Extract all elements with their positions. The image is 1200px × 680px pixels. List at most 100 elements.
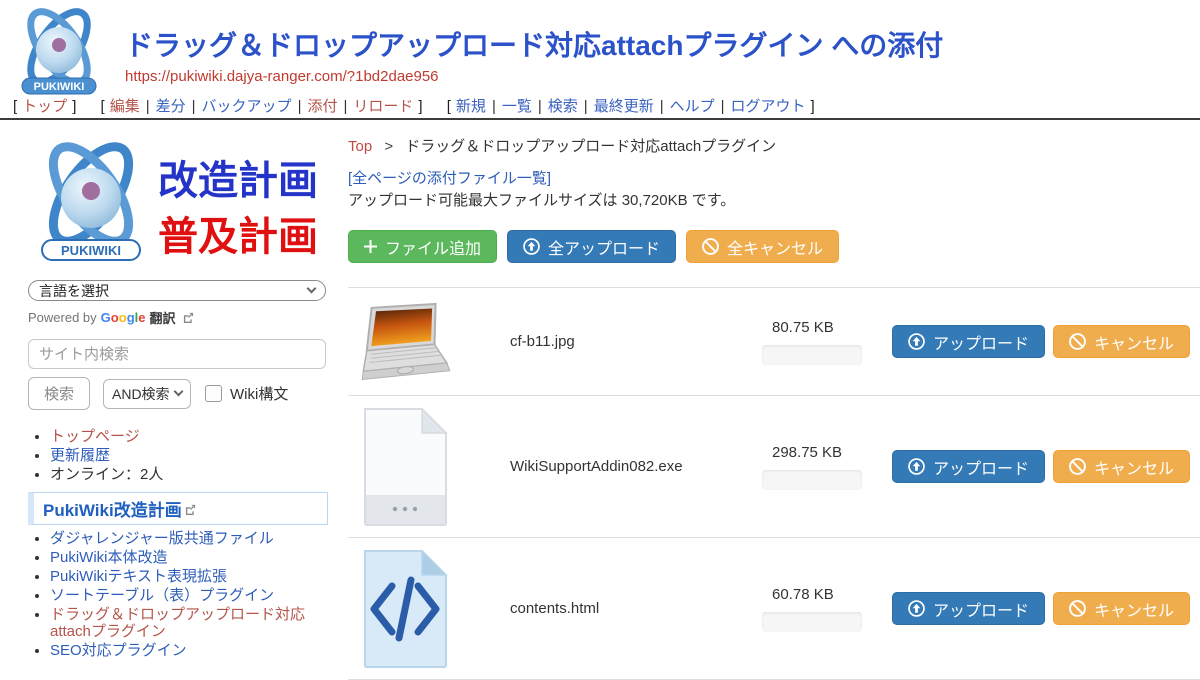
list-item: 更新履歴 (50, 447, 163, 464)
list-item: PukiWikiテキスト表現拡張 (50, 568, 328, 585)
sidebar-item-seo-plugin[interactable]: SEO対応プラグイン (50, 642, 187, 659)
cancel-button[interactable]: キャンセル (1053, 592, 1190, 625)
nav-item-logout[interactable]: ログアウト (731, 98, 806, 115)
breadcrumb-separator: > (384, 138, 393, 155)
search-controls: 検索 AND検索 Wiki構文 (28, 377, 288, 410)
file-size: 60.78 KB (772, 586, 874, 603)
cancel-all-label: 全キャンセル (727, 235, 823, 259)
upload-label: アップロード (933, 455, 1029, 479)
upload-all-button[interactable]: 全アップロード (507, 230, 676, 263)
file-progress-cell: 80.75 KB (762, 319, 874, 365)
language-select-value: 言語を選択 (39, 281, 109, 301)
page-title: ドラッグ＆ドロップアップロード対応attachプラグイン への添付 (125, 24, 943, 64)
add-file-button[interactable]: ファイル追加 (348, 230, 497, 263)
nav-item-top[interactable]: トップ (22, 98, 67, 115)
nav-separator: | (298, 98, 302, 115)
ban-circle-icon (1069, 600, 1086, 617)
file-name: WikiSupportAddin082.exe (510, 458, 762, 475)
powered-by-google-translate: Powered by Google 翻訳 (28, 308, 194, 327)
top-navbar: [トップ] [編集|差分|バックアップ|添付|リロード] [新規|一覧|検索|最… (8, 95, 830, 116)
sidebar-plugin-links: ダジャレンジャー版共通ファイル PukiWiki本体改造 PukiWikiテキス… (28, 530, 328, 661)
sidebar-section-link[interactable]: PukiWiki改造計画 (43, 496, 196, 521)
wiki-syntax-checkbox[interactable] (205, 385, 222, 402)
file-thumbnail-cell (356, 548, 456, 670)
upload-toolbar: ファイル追加 全アップロード 全キャンセル (348, 230, 839, 263)
nav-item-reload[interactable]: リロード (353, 98, 413, 115)
max-upload-size-text: アップロード可能最大ファイルサイズは 30,720KB です。 (348, 189, 735, 210)
nav-item-help[interactable]: ヘルプ (670, 98, 715, 115)
list-item: PukiWiki本体改造 (50, 549, 328, 566)
nav-item-search[interactable]: 検索 (548, 98, 578, 115)
upload-label: アップロード (933, 597, 1029, 621)
page-header: PUKIWIKI ドラッグ＆ドロップアップロード対応attachプラグイン への… (0, 0, 1200, 120)
nav-item-diff[interactable]: 差分 (156, 98, 186, 115)
cancel-button[interactable]: キャンセル (1053, 450, 1190, 483)
google-letter: o (119, 310, 127, 325)
powered-by-text: Powered by (28, 310, 97, 325)
file-progress-cell: 298.75 KB (762, 444, 874, 490)
main-content: Top > ドラッグ＆ドロップアップロード対応attachプラグイン [全ページ… (348, 130, 1200, 630)
sidebar-item-core-mod[interactable]: PukiWiki本体改造 (50, 549, 168, 566)
sidebar-section-heading: PukiWiki改造計画 (28, 492, 328, 525)
all-pages-attach-list-link[interactable]: [全ページの添付ファイル一覧] (348, 167, 551, 188)
header-logo-brand-text: PUKIWIKI (34, 81, 85, 93)
upload-label: アップロード (933, 330, 1029, 354)
pukiwiki-atom-logo-icon[interactable]: PUKIWIKI (14, 5, 104, 97)
upload-circle-icon (908, 333, 925, 350)
nav-item-edit[interactable]: 編集 (110, 98, 140, 115)
file-row: contents.html 60.78 KB アップロード キャンセル (348, 538, 1200, 680)
breadcrumb-current: ドラッグ＆ドロップアップロード対応attachプラグイン (405, 138, 776, 155)
nav-separator: | (584, 98, 588, 115)
search-button[interactable]: 検索 (28, 377, 90, 410)
external-link-icon (185, 504, 196, 515)
upload-all-label: 全アップロード (548, 235, 660, 259)
sidebar-section-label: PukiWiki改造計画 (43, 501, 182, 520)
nav-separator: | (192, 98, 196, 115)
file-row: WikiSupportAddin082.exe 298.75 KB アップロード… (348, 396, 1200, 538)
list-item: オンライン：2人 (50, 466, 163, 483)
upload-circle-icon (523, 238, 540, 255)
cancel-button[interactable]: キャンセル (1053, 325, 1190, 358)
cancel-label: キャンセル (1094, 330, 1174, 354)
plus-icon (364, 240, 377, 253)
page-url-link[interactable]: https://pukiwiki.dajya-ranger.com/?1bd2d… (125, 68, 439, 85)
site-search-input[interactable] (28, 339, 326, 369)
file-size: 80.75 KB (772, 319, 874, 336)
sidebar-atom-icon: PUKIWIKI (39, 136, 143, 260)
sidebar: PUKIWIKI 改造計画 普及計画 言語を選択 Powered by Goog… (28, 136, 330, 630)
language-select[interactable]: 言語を選択 (28, 280, 326, 301)
nav-item-attach[interactable]: 添付 (307, 98, 337, 115)
sidebar-item-dragdrop-attach[interactable]: ドラッグ＆ドロップアップロード対応attachプラグイン (50, 606, 305, 640)
upload-button[interactable]: アップロード (892, 325, 1045, 358)
google-letter: g (127, 310, 135, 325)
breadcrumb: Top > ドラッグ＆ドロップアップロード対応attachプラグイン (348, 135, 776, 156)
upload-button[interactable]: アップロード (892, 592, 1045, 625)
chevron-down-icon (174, 387, 184, 397)
list-item: トップページ (50, 428, 163, 445)
nav-bracket: ] (811, 98, 815, 115)
sidebar-site-logo[interactable]: PUKIWIKI 改造計画 普及計画 (28, 136, 328, 268)
breadcrumb-home-link[interactable]: Top (348, 138, 372, 155)
search-mode-select[interactable]: AND検索 (103, 379, 191, 409)
file-actions: アップロード キャンセル (892, 325, 1190, 358)
ban-circle-icon (702, 238, 719, 255)
sidebar-item-recent-changes[interactable]: 更新履歴 (50, 447, 110, 464)
progress-bar (762, 612, 862, 632)
sidebar-item-common-files[interactable]: ダジャレンジャー版共通ファイル (50, 530, 274, 547)
nav-item-backup[interactable]: バックアップ (202, 98, 292, 115)
upload-button[interactable]: アップロード (892, 450, 1045, 483)
google-logo-text: Google (101, 310, 146, 325)
nav-item-new[interactable]: 新規 (456, 98, 486, 115)
sidebar-item-sort-table[interactable]: ソートテーブル（表）プラグイン (50, 587, 274, 604)
sidebar-item-toppage[interactable]: トップページ (50, 428, 140, 445)
nav-item-recent[interactable]: 最終更新 (594, 98, 654, 115)
cancel-all-button[interactable]: 全キャンセル (686, 230, 839, 263)
file-name: contents.html (510, 600, 762, 617)
nav-bracket: ] (418, 98, 422, 115)
sidebar-item-text-extension[interactable]: PukiWikiテキスト表現拡張 (50, 568, 227, 585)
nav-separator: | (492, 98, 496, 115)
nav-item-list[interactable]: 一覧 (502, 98, 532, 115)
upload-circle-icon (908, 458, 925, 475)
cancel-label: キャンセル (1094, 597, 1174, 621)
google-letter: G (101, 310, 111, 325)
